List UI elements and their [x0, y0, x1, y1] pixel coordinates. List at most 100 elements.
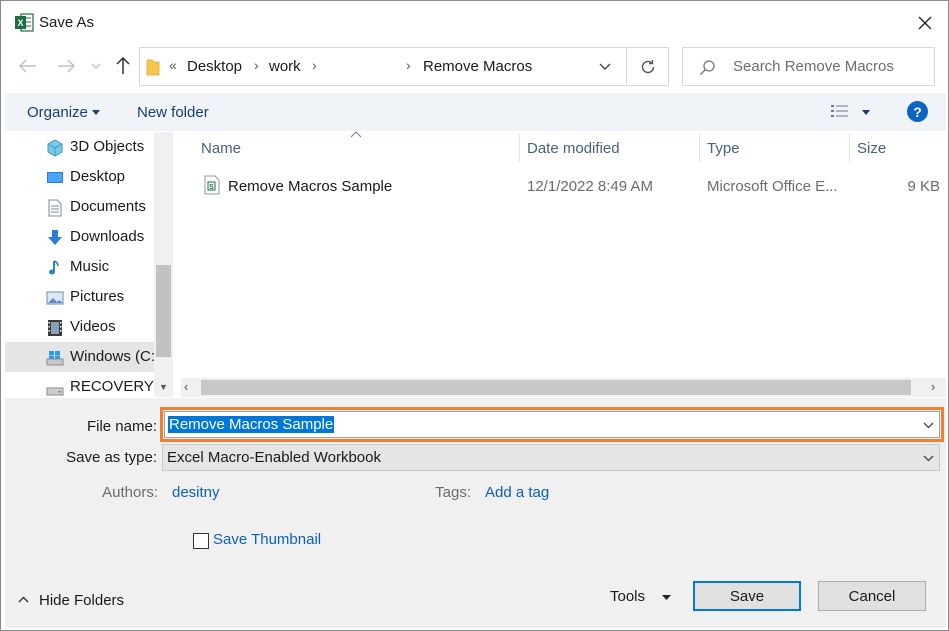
sidebar-item-windows-drive[interactable]: Windows (C:	[5, 342, 157, 372]
title-bar: X Save As	[1, 1, 948, 45]
caret-down-icon	[662, 595, 671, 600]
sidebar-item-recovery-drive[interactable]: RECOVERY (	[5, 372, 163, 397]
svg-text:S: S	[209, 184, 214, 191]
address-bar[interactable]: « Desktop › work › › Remove Macros	[139, 47, 627, 86]
picture-icon	[46, 291, 64, 305]
command-bar: Organize New folder ?	[5, 93, 946, 131]
document-icon	[48, 199, 62, 217]
help-icon[interactable]: ?	[907, 101, 928, 122]
sort-ascending-icon	[350, 131, 362, 138]
table-row[interactable]: S Remove Macros Sample 12/1/2022 8:49 AM…	[196, 171, 946, 203]
view-details-icon[interactable]	[831, 104, 849, 119]
sidebar-item-desktop[interactable]: Desktop	[5, 162, 157, 192]
save-thumbnail-label[interactable]: Save Thumbnail	[213, 531, 321, 548]
chevron-down-icon[interactable]	[923, 422, 934, 429]
file-date-cell: 12/1/2022 8:49 AM	[527, 178, 653, 195]
sidebar-item-label: Music	[70, 258, 110, 275]
forward-button[interactable]	[55, 55, 77, 77]
refresh-button[interactable]	[627, 47, 669, 86]
authors-value[interactable]: desitny	[172, 484, 220, 501]
tags-label: Tags:	[435, 484, 471, 501]
download-icon	[48, 230, 62, 245]
tools-menu[interactable]: Tools	[607, 585, 679, 609]
breadcrumb-separator[interactable]: ›	[254, 57, 259, 73]
tags-value[interactable]: Add a tag	[485, 484, 549, 501]
save-button[interactable]: Save	[693, 581, 801, 611]
view-options-caret-icon[interactable]	[862, 110, 870, 115]
sidebar-item-label: Videos	[70, 318, 116, 335]
search-input[interactable]: Search Remove Macros	[682, 47, 935, 86]
folder-icon	[146, 59, 160, 76]
chevron-up-icon	[18, 596, 29, 603]
chevron-down-icon	[923, 455, 934, 462]
hide-folders-label: Hide Folders	[39, 592, 125, 609]
video-icon	[48, 320, 62, 336]
scroll-left-arrow-icon[interactable]: ‹	[184, 379, 188, 394]
file-name-input[interactable]: Remove Macros Sample	[168, 416, 335, 433]
file-name-cell: Remove Macros Sample	[228, 178, 393, 195]
sidebar-item-label: Pictures	[70, 288, 125, 305]
breadcrumb-remove-macros[interactable]: Remove Macros	[423, 58, 532, 75]
breadcrumb-separator[interactable]: ›	[312, 57, 317, 73]
file-name-field[interactable]: Remove Macros Sample	[164, 411, 940, 438]
search-placeholder: Search Remove Macros	[733, 58, 894, 75]
cube-icon	[47, 139, 63, 157]
navigation-scrollbar-thumb[interactable]	[156, 265, 171, 357]
close-icon[interactable]	[913, 11, 937, 35]
svg-text:X: X	[17, 18, 23, 28]
sidebar-item-videos[interactable]: Videos	[5, 312, 157, 342]
organize-label: Organize	[27, 104, 88, 121]
column-divider[interactable]	[519, 134, 520, 162]
file-size-cell: 9 KB	[907, 178, 940, 195]
navigation-pane: 3D Objects Desktop Documents Downloads M…	[5, 132, 176, 397]
refresh-icon	[641, 60, 655, 74]
breadcrumb-work[interactable]: work	[269, 58, 301, 75]
cancel-button[interactable]: Cancel	[818, 581, 926, 611]
sidebar-item-label: RECOVERY (	[70, 378, 163, 395]
overflow-chevron[interactable]: «	[169, 57, 177, 73]
save-type-label: Save as type:	[66, 449, 157, 466]
column-divider[interactable]	[699, 134, 700, 162]
save-thumbnail-checkbox[interactable]	[193, 533, 209, 549]
horizontal-scrollbar-thumb[interactable]	[201, 380, 911, 395]
back-button[interactable]	[17, 55, 39, 77]
sidebar-item-label: Documents	[70, 198, 146, 215]
sidebar-item-3d-objects[interactable]: 3D Objects	[5, 132, 157, 162]
column-header-type[interactable]: Type	[707, 140, 740, 157]
sidebar-item-label: Downloads	[70, 228, 145, 245]
arrow-up-icon	[116, 57, 130, 74]
column-header-size[interactable]: Size	[857, 140, 886, 157]
save-type-select[interactable]: Excel Macro-Enabled Workbook	[162, 444, 940, 471]
scroll-right-arrow-icon[interactable]: ›	[931, 379, 935, 394]
column-header-date[interactable]: Date modified	[527, 140, 620, 157]
hide-folders-button[interactable]: Hide Folders	[15, 591, 135, 611]
search-icon	[700, 60, 715, 75]
sidebar-item-label: Windows (C:	[70, 348, 156, 365]
save-as-dialog: X Save As « Desktop › work › › Remove Ma…	[0, 0, 949, 631]
column-divider[interactable]	[849, 134, 850, 162]
sidebar-item-pictures[interactable]: Pictures	[5, 282, 157, 312]
breadcrumb-desktop[interactable]: Desktop	[187, 58, 242, 75]
tools-label: Tools	[610, 588, 646, 605]
breadcrumb-separator[interactable]: ›	[406, 57, 411, 73]
scroll-down-arrow-icon[interactable]: ▼	[159, 382, 168, 392]
excel-file-icon: S	[204, 175, 220, 195]
authors-label: Authors:	[102, 484, 158, 501]
new-folder-button[interactable]: New folder	[137, 104, 209, 121]
excel-icon: X	[15, 13, 34, 32]
sidebar-item-music[interactable]: Music	[5, 252, 157, 282]
chevron-down-icon	[91, 63, 101, 69]
sidebar-item-documents[interactable]: Documents	[5, 192, 157, 222]
column-header-name[interactable]: Name	[201, 140, 241, 157]
up-button[interactable]	[112, 55, 134, 77]
recent-locations-button[interactable]	[87, 55, 105, 77]
file-name-label: File name:	[86, 418, 157, 435]
sidebar-item-downloads[interactable]: Downloads	[5, 222, 157, 252]
chevron-down-icon[interactable]	[599, 63, 611, 71]
file-type-cell: Microsoft Office E...	[707, 178, 838, 195]
arrow-left-icon	[19, 59, 36, 73]
arrow-right-icon	[58, 59, 75, 73]
sidebar-item-label: Desktop	[70, 168, 126, 185]
save-type-value: Excel Macro-Enabled Workbook	[167, 449, 381, 466]
sidebar-item-label: 3D Objects	[70, 138, 145, 155]
